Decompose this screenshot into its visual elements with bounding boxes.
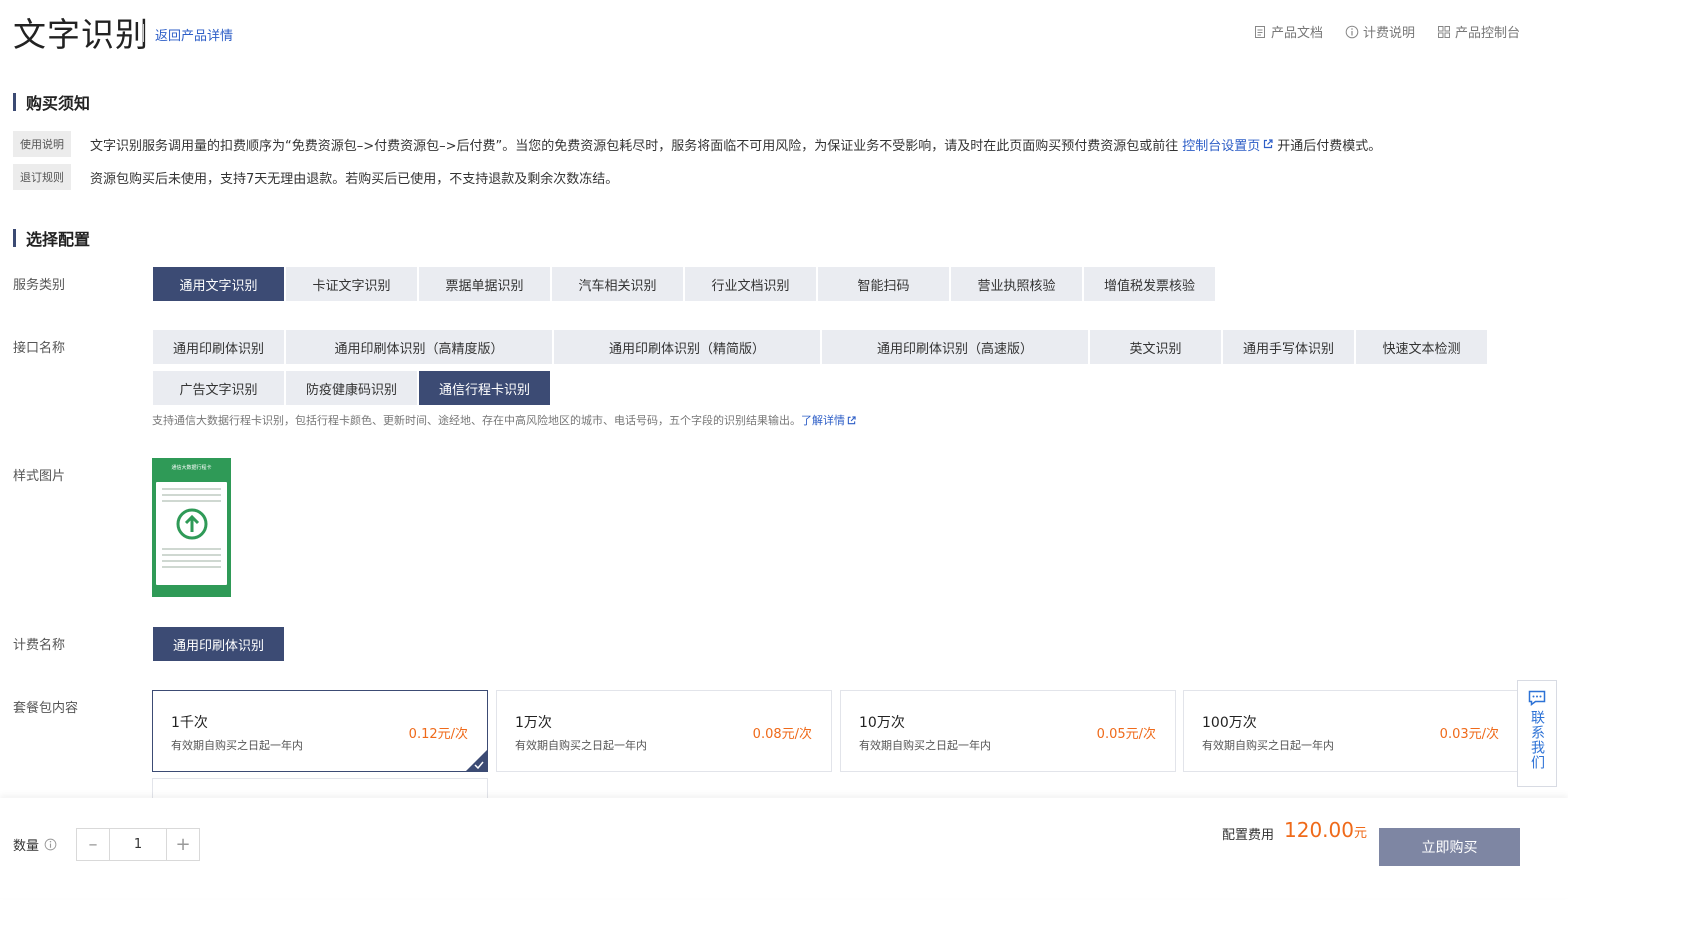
package-name: 10万次 [859,715,905,731]
sample-image[interactable]: 通信大数据行程卡 [152,458,231,597]
product-console-link[interactable]: 产品控制台 [1437,22,1520,41]
contact-us-button[interactable]: 联系我们 [1517,680,1557,787]
service-type-vehicle[interactable]: 汽车相关识别 [552,267,683,301]
api-english[interactable]: 英文识别 [1090,330,1221,364]
package-name: 100万次 [1202,715,1257,731]
usage-notice-row: 使用说明 文字识别服务调用量的扣费顺序为“免费资源包–>付费资源包–>后付费”。… [13,131,1381,157]
billing-name-label: 计费名称 [13,638,66,653]
service-type-card[interactable]: 卡证文字识别 [286,267,417,301]
package-price: 0.08元/次 [752,727,812,742]
right-blank-area [1568,0,1691,937]
package-name: 1千次 [171,715,208,731]
service-type-general[interactable]: 通用文字识别 [153,267,284,301]
quantity-label: 数量 [13,839,40,854]
package-validity: 有效期自购买之日起一年内 [171,739,303,752]
api-general-print-fast[interactable]: 通用印刷体识别（高速版） [822,330,1088,364]
quantity-input[interactable] [109,829,167,860]
package-validity: 有效期自购买之日起一年内 [1202,739,1334,752]
package-card-1m[interactable]: 100万次 有效期自购买之日起一年内 0.03元/次 [1183,690,1519,772]
package-card-1k[interactable]: 1千次 有效期自购买之日起一年内 0.12元/次 [152,690,488,772]
external-link-icon [847,415,856,424]
refund-tag: 退订规则 [13,164,71,190]
page-title: 文字识别 [13,15,149,54]
info-icon [1345,25,1359,38]
billing-info-label: 计费说明 [1362,26,1415,41]
usage-tag: 使用说明 [13,131,71,157]
checkmark-icon [474,761,484,769]
notice-section-title: 购买须知 [13,90,90,114]
billing-name-general-print[interactable]: 通用印刷体识别 [153,627,284,661]
api-health-code[interactable]: 防疫健康码识别 [286,371,417,405]
service-type-group: 通用文字识别 卡证文字识别 票据单据识别 汽车相关识别 行业文档识别 智能扫码 … [153,267,1215,301]
config-section-title: 选择配置 [13,226,90,250]
sample-image-header: 通信大数据行程卡 [171,465,212,471]
quantity-stepper: – + [76,828,200,861]
product-docs-label: 产品文档 [1270,26,1323,41]
cost-unit: 元 [1353,826,1367,841]
refund-notice-row: 退订规则 资源包购买后未使用，支持7天无理由退款。若购买后已使用，不支持退款及剩… [13,164,618,190]
document-icon [1254,25,1265,38]
console-settings-link[interactable]: 控制台设置页 [1182,135,1273,154]
api-row-2: 广告文字识别 防疫健康码识别 通信行程卡识别 [153,371,550,405]
learn-more-link[interactable]: 了解详情 [801,412,856,428]
api-description-text: 支持通信大数据行程卡识别，包括行程卡颜色、更新时间、途经地、存在中高风险地区的城… [152,414,801,427]
billing-info-link[interactable]: 计费说明 [1345,22,1415,41]
bottom-bar: 数量 – + 配置费用 120.00元 立即购买 [0,798,1568,898]
package-price: 0.03元/次 [1439,727,1499,742]
cost-value: 120.00 [1284,818,1354,842]
sample-card [156,482,227,585]
package-card-10k[interactable]: 1万次 有效期自购买之日起一年内 0.08元/次 [496,690,832,772]
product-docs-link[interactable]: 产品文档 [1253,22,1323,41]
package-name: 1万次 [515,715,552,731]
service-type-invoice[interactable]: 增值税发票核验 [1084,267,1215,301]
chat-icon [1528,690,1546,706]
service-type-scan[interactable]: 智能扫码 [818,267,949,301]
service-type-license[interactable]: 营业执照核验 [951,267,1082,301]
buy-now-button[interactable]: 立即购买 [1379,828,1520,866]
api-advert[interactable]: 广告文字识别 [153,371,284,405]
api-text-detect[interactable]: 快速文本检测 [1356,330,1487,364]
service-type-label: 服务类别 [13,278,66,293]
package-price: 0.05元/次 [1096,727,1156,742]
title-divider [143,24,144,42]
external-link-icon [1264,139,1273,149]
package-card-100k[interactable]: 10万次 有效期自购买之日起一年内 0.05元/次 [840,690,1176,772]
cost-value-group: 120.00元 [1284,818,1367,842]
refund-text: 资源包购买后未使用，支持7天无理由退款。若购买后已使用，不支持退款及剩余次数冻结… [90,171,619,187]
service-type-bill[interactable]: 票据单据识别 [419,267,550,301]
api-name-label: 接口名称 [13,341,66,356]
usage-text-after: 开通后付费模式。 [1277,138,1382,154]
learn-more-label: 了解详情 [801,414,845,427]
quantity-label-group: 数量 [13,835,57,854]
package-price: 0.12元/次 [408,727,468,742]
sample-image-label: 样式图片 [13,469,66,484]
package-label: 套餐包内容 [13,701,79,716]
increment-button[interactable]: + [167,829,199,860]
usage-text: 文字识别服务调用量的扣费顺序为“免费资源包–>付费资源包–>后付费”。当您的免费… [90,138,1179,154]
product-console-label: 产品控制台 [1454,26,1520,41]
grid-icon [1437,25,1450,38]
api-general-print[interactable]: 通用印刷体识别 [153,330,284,364]
api-handwriting[interactable]: 通用手写体识别 [1223,330,1354,364]
api-row-1: 通用印刷体识别 通用印刷体识别（高精度版） 通用印刷体识别（精简版） 通用印刷体… [153,330,1487,364]
top-links: 产品文档 计费说明 产品控制台 [1253,22,1520,41]
back-to-product-link[interactable]: 返回产品详情 [155,25,233,44]
decrement-button[interactable]: – [77,829,109,860]
package-validity: 有效期自购买之日起一年内 [859,739,991,752]
contact-us-label: 联系我们 [1529,710,1545,770]
cost-label: 配置费用 [1222,828,1275,843]
service-type-industry[interactable]: 行业文档识别 [685,267,816,301]
api-description: 支持通信大数据行程卡识别，包括行程卡颜色、更新时间、途经地、存在中高风险地区的城… [152,412,856,428]
billing-name-group: 通用印刷体识别 [153,627,284,661]
up-arrow-icon [176,508,208,540]
info-icon[interactable] [44,838,57,851]
console-settings-label: 控制台设置页 [1182,138,1261,154]
api-general-print-basic[interactable]: 通用印刷体识别（精简版） [554,330,820,364]
package-validity: 有效期自购买之日起一年内 [515,739,647,752]
api-trip-card[interactable]: 通信行程卡识别 [419,371,550,405]
api-general-print-accurate[interactable]: 通用印刷体识别（高精度版） [286,330,552,364]
